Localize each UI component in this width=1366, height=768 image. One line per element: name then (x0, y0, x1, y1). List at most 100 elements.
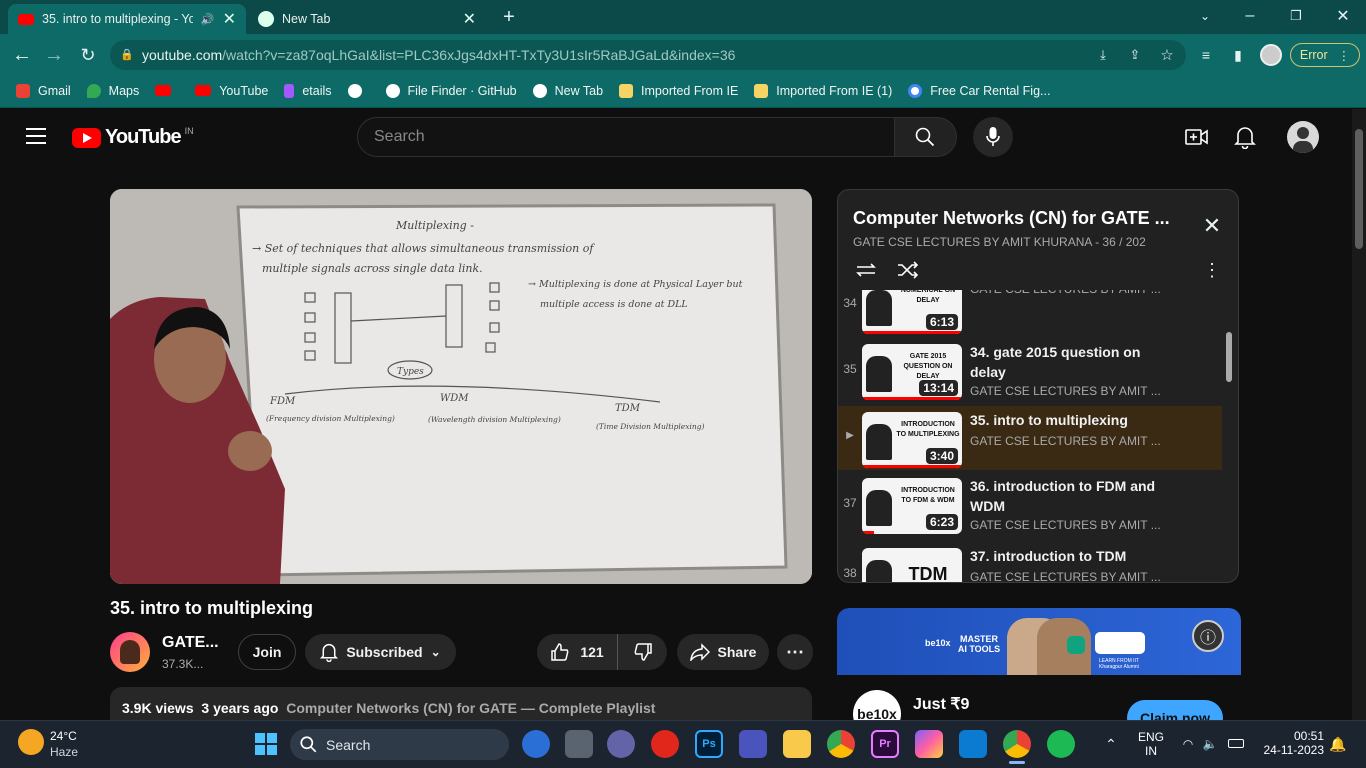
bookmark-etails[interactable]: etails (284, 83, 332, 98)
more-menu-icon[interactable]: ⋮ (1338, 48, 1351, 63)
taskbar-search-box[interactable]: Search (290, 729, 509, 760)
spotify-icon[interactable] (1047, 730, 1075, 758)
playlist-item-channel[interactable]: GATE CSE LECTURES BY AMIT ... (970, 570, 1161, 582)
youtube-logo[interactable]: YouTube IN (72, 126, 194, 149)
minimize-icon[interactable]: – (1240, 6, 1260, 26)
playlist-item-title[interactable]: 34. gate 2015 question on delay (970, 342, 1160, 382)
install-app-icon[interactable]: ⤓ (1093, 45, 1113, 65)
new-tab-plus-icon[interactable]: + (498, 6, 520, 28)
video-player[interactable]: Multiplexing - → Set of techniques that … (110, 189, 812, 584)
playlist-item-thumbnail[interactable]: TDM16:55 (862, 548, 962, 582)
tab-new-tab[interactable]: New Tab ✕ (248, 4, 486, 34)
ad-info-icon[interactable]: ⓘ (1192, 620, 1224, 652)
share-page-icon[interactable]: ⇪ (1125, 45, 1145, 65)
menu-hamburger-icon[interactable] (26, 128, 46, 144)
notification-bell-icon[interactable]: 🔔 (1329, 735, 1346, 753)
playlist-item-channel[interactable]: GATE CSE LECTURES BY AMIT ... (970, 434, 1161, 448)
side-panel-icon[interactable]: ▮ (1228, 45, 1248, 65)
premiere-icon[interactable]: Pr (871, 730, 899, 758)
task-view-icon[interactable] (565, 730, 593, 758)
channel-name[interactable]: GATE... (162, 634, 219, 652)
create-video-icon[interactable] (1185, 126, 1209, 148)
playlist-item-channel[interactable]: GATE CSE LECTURES BY AMIT ... (970, 384, 1161, 398)
restore-icon[interactable]: ❐ (1286, 6, 1306, 26)
clock[interactable]: 00:51 24-11-2023 (1262, 729, 1325, 757)
tray-chevron-up-icon[interactable]: ⌃ (1102, 734, 1120, 754)
media-control-icon[interactable]: ≡ (1196, 45, 1216, 65)
reload-icon[interactable]: ↻ (76, 44, 100, 66)
bookmark-gmail[interactable]: Gmail (16, 83, 71, 98)
playlist-item[interactable]: 38 TDM16:55 37. introduction to TDM GATE CS… (838, 542, 1222, 582)
playlist-item-thumbnail[interactable]: NUMERICAL ON DELAY 6:13 (862, 290, 962, 334)
profile-avatar[interactable] (1260, 44, 1282, 66)
tab-search-chevron-icon[interactable]: ⌄ (1195, 6, 1215, 26)
lock-icon[interactable]: 🔒 (120, 48, 134, 61)
playlist-item-title[interactable]: 37. introduction to TDM (970, 546, 1160, 566)
playlist-item[interactable]: ▶ INTRODUCTION TO MULTIPLEXING 3:40 35. int… (838, 406, 1222, 470)
volume-icon[interactable]: 🔈 (1202, 736, 1218, 752)
playlist-item-title[interactable]: 35. intro to multiplexing (970, 410, 1160, 430)
loop-playlist-icon[interactable] (854, 260, 878, 280)
channel-avatar[interactable] (110, 632, 150, 672)
profile-error-button[interactable]: Error ⋮ (1290, 43, 1360, 67)
playlist-item-title[interactable]: 36. introduction to FDM and WDM (970, 476, 1160, 516)
playlist-item-channel[interactable]: GATE CSE LECTURES BY AMIT ... (970, 290, 1161, 296)
bookmark-star-icon[interactable]: ☆ (1157, 45, 1177, 65)
window-close-icon[interactable]: ✕ (1333, 6, 1353, 26)
chrome-active-icon[interactable] (1003, 730, 1031, 758)
bookmark-youtube-icon-only[interactable] (155, 85, 179, 96)
more-actions-button[interactable]: ⋯ (777, 634, 813, 670)
audio-playing-icon[interactable]: 🔊 (201, 13, 215, 26)
playlist-item-thumbnail[interactable]: GATE 2015 QUESTION ON DELAY 13:14 (862, 344, 962, 400)
close-playlist-icon[interactable]: ✕ (1200, 213, 1224, 238)
teams-icon[interactable] (739, 730, 767, 758)
page-scrollbar[interactable] (1352, 109, 1366, 720)
wifi-icon[interactable]: ◠ (1180, 736, 1196, 752)
copilot-pre-icon[interactable] (522, 730, 550, 758)
bookmark-file-finder[interactable]: File Finder · GitHub (385, 83, 517, 98)
voice-search-button[interactable] (973, 117, 1013, 157)
tab-youtube[interactable]: 35. intro to multiplexing - Yo 🔊 ✕ (8, 4, 246, 34)
close-tab-icon[interactable]: ✕ (223, 9, 236, 29)
shuffle-icon[interactable] (896, 260, 920, 280)
playlist-item-channel[interactable]: GATE CSE LECTURES BY AMIT ... (970, 518, 1161, 532)
file-explorer-icon[interactable] (783, 730, 811, 758)
chat-icon[interactable] (607, 730, 635, 758)
bookmark-folder-ie[interactable]: Imported From IE (619, 83, 738, 98)
like-button[interactable]: 121 (537, 634, 617, 670)
photoshop-icon[interactable]: Ps (695, 730, 723, 758)
join-button[interactable]: Join (238, 634, 296, 670)
bookmark-maps[interactable]: Maps (86, 83, 139, 98)
bookmark-new-tab[interactable]: New Tab (532, 83, 603, 98)
playlist-title[interactable]: Computer Networks (CN) for GATE ... (853, 208, 1170, 229)
back-arrow-icon[interactable]: ← (10, 44, 34, 66)
playlist-item[interactable]: 35 GATE 2015 QUESTION ON DELAY 13:14 34. ga… (838, 338, 1222, 406)
windows-start-icon[interactable] (254, 732, 278, 756)
account-avatar[interactable] (1287, 121, 1319, 153)
forward-arrow-icon[interactable]: → (42, 44, 66, 66)
bookmark-youtube[interactable]: YouTube (195, 84, 268, 98)
bookmark-car-rental[interactable]: Free Car Rental Fig... (908, 83, 1050, 98)
ad-banner[interactable]: be10x MASTER AI TOOLS LEARN FROM IIT Kha… (837, 608, 1241, 675)
chrome-icon[interactable] (827, 730, 855, 758)
weather-haze-icon[interactable] (18, 729, 44, 755)
playlist-scrollbar[interactable] (1226, 332, 1232, 382)
playlist-item-thumbnail[interactable]: INTRODUCTION TO MULTIPLEXING 3:40 (862, 412, 962, 468)
search-input[interactable]: Search (357, 117, 895, 157)
battery-icon[interactable] (1228, 739, 1244, 748)
playlist-item[interactable]: 37 INTRODUCTION TO FDM & WDM 6:23 36. intro… (838, 472, 1222, 540)
opera-icon[interactable] (651, 730, 679, 758)
sponsored-ad[interactable]: be10x MASTER AI TOOLS LEARN FROM IIT Kha… (837, 608, 1241, 728)
playlist-link[interactable]: Computer Networks (CN) for GATE — Comple… (286, 700, 655, 716)
dislike-button[interactable] (617, 634, 667, 670)
bookmark-folder-ie-1[interactable]: Imported From IE (1) (754, 83, 892, 98)
close-tab-icon[interactable]: ✕ (463, 9, 476, 29)
notifications-bell-icon[interactable] (1234, 125, 1256, 149)
playlist-item[interactable]: 34 NUMERICAL ON DELAY 6:13 GATE CSE LECTURE… (838, 290, 1222, 340)
address-bar[interactable]: 🔒 youtube.com/watch?v=za87oqLhGaI&list=P… (110, 40, 1186, 70)
playlist-item-thumbnail[interactable]: INTRODUCTION TO FDM & WDM 6:23 (862, 478, 962, 534)
bookmark-globe[interactable] (347, 83, 370, 98)
share-button[interactable]: Share (677, 634, 769, 670)
vscode-icon[interactable] (959, 730, 987, 758)
language-indicator[interactable]: ENG IN (1138, 730, 1164, 758)
